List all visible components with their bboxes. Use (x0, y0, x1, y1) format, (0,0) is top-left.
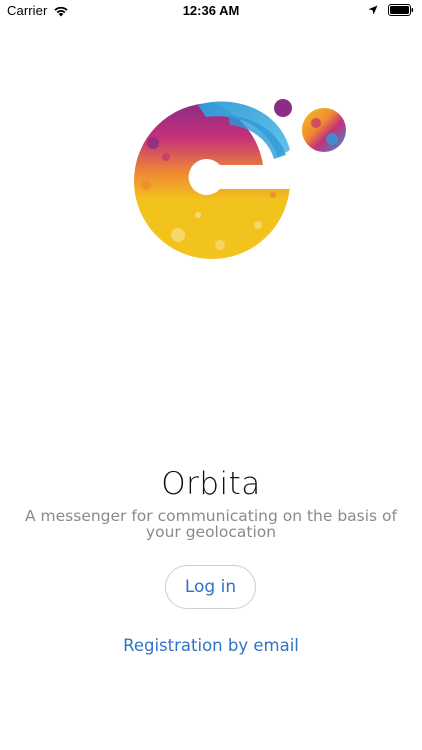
login-button[interactable]: Log in (165, 565, 256, 609)
status-right-group (368, 4, 414, 16)
orbita-logo (134, 99, 346, 259)
app-subtitle: A messenger for communicating on the bas… (25, 507, 397, 541)
registration-by-email-link[interactable]: Registration by email (0, 636, 422, 655)
status-bar: Carrier 12:36 AM (0, 0, 422, 22)
app-title: Orbita (161, 466, 261, 502)
status-time: 12:36 AM (182, 3, 240, 18)
battery-icon (388, 4, 414, 16)
location-arrow-icon (368, 5, 378, 15)
